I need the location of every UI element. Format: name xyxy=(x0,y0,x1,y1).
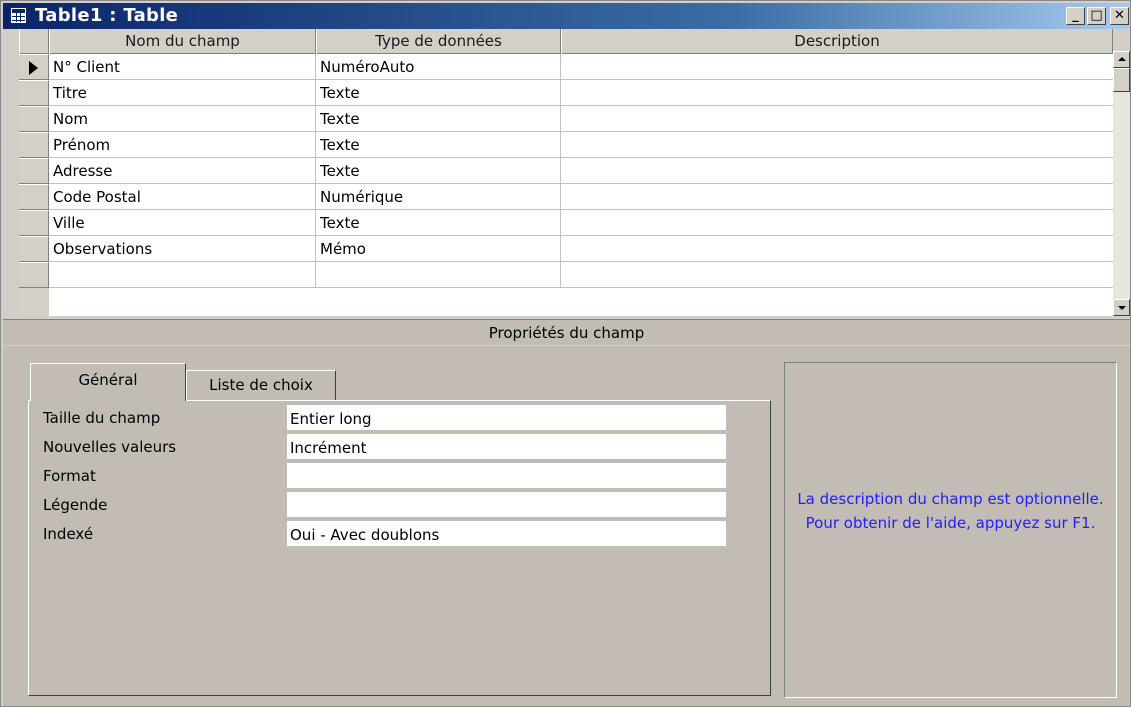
table-row[interactable]: Nom Texte xyxy=(49,106,1113,132)
row-selector[interactable] xyxy=(19,184,49,210)
maximize-button[interactable]: □ xyxy=(1087,7,1106,25)
data-type-cell[interactable]: Texte xyxy=(316,158,561,184)
data-type-cell[interactable]: Texte xyxy=(316,106,561,132)
field-name-cell[interactable]: Observations xyxy=(49,236,316,262)
description-cell[interactable] xyxy=(561,262,1113,288)
tab-general[interactable]: Général xyxy=(30,363,186,401)
property-value-field[interactable] xyxy=(287,463,726,489)
property-label: Légende xyxy=(43,496,108,514)
row-selector-column xyxy=(19,54,49,316)
field-properties-title: Propriétés du champ xyxy=(3,319,1130,345)
table-row[interactable]: Titre Texte xyxy=(49,80,1113,106)
general-tab-panel: Taille du champ Entier long Nouvelles vale… xyxy=(28,400,771,696)
row-selector[interactable] xyxy=(19,236,49,262)
description-cell[interactable] xyxy=(561,158,1113,184)
corner-cell xyxy=(19,29,49,54)
grid-header: Nom du champ Type de données Description xyxy=(19,29,1113,54)
header-description[interactable]: Description xyxy=(561,29,1113,54)
current-row-arrow-icon xyxy=(29,61,38,75)
window-title: Table1 : Table xyxy=(35,5,179,26)
property-label: Taille du champ xyxy=(43,409,161,427)
description-cell[interactable] xyxy=(561,132,1113,158)
header-field-name[interactable]: Nom du champ xyxy=(49,29,316,54)
help-text: La description du champ est optionnelle.… xyxy=(797,490,1104,532)
description-cell[interactable] xyxy=(561,106,1113,132)
data-type-cell[interactable]: Mémo xyxy=(316,236,561,262)
description-cell[interactable] xyxy=(561,184,1113,210)
minimize-button[interactable]: _ xyxy=(1066,7,1085,25)
row-selector[interactable] xyxy=(19,80,49,106)
field-properties-pane: Taille du champ Entier long Nouvelles vale… xyxy=(3,346,1130,706)
table-row[interactable]: Ville Texte xyxy=(49,210,1113,236)
data-type-cell[interactable]: Numérique xyxy=(316,184,561,210)
row-selector[interactable] xyxy=(19,106,49,132)
tab-lookup[interactable]: Liste de choix xyxy=(186,370,336,400)
row-selector[interactable] xyxy=(19,158,49,184)
grid-vertical-scrollbar[interactable] xyxy=(1113,51,1130,316)
scroll-down-button[interactable] xyxy=(1113,299,1130,316)
header-data-type[interactable]: Type de données xyxy=(316,29,561,54)
table-design-window: Table1 : Table _ □ ✕ Nom du champ Type d… xyxy=(0,0,1131,707)
property-value-field[interactable]: Entier long xyxy=(287,405,726,431)
title-bar[interactable]: Table1 : Table _ □ ✕ xyxy=(3,3,1130,29)
scroll-up-button[interactable] xyxy=(1113,51,1130,68)
table-row[interactable]: Prénom Texte xyxy=(49,132,1113,158)
property-value-field[interactable]: Oui - Avec doublons xyxy=(287,521,726,547)
field-name-cell[interactable]: N° Client xyxy=(49,54,316,80)
data-type-cell[interactable]: Texte xyxy=(316,132,561,158)
field-name-cell[interactable]: Ville xyxy=(49,210,316,236)
property-value-field[interactable] xyxy=(287,492,726,518)
property-label: Indexé xyxy=(43,525,94,543)
scroll-thumb[interactable] xyxy=(1113,68,1130,92)
description-cell[interactable] xyxy=(561,236,1113,262)
table-row[interactable]: Observations Mémo xyxy=(49,236,1113,262)
row-selector[interactable] xyxy=(19,262,49,288)
arrow-up-icon xyxy=(1118,57,1126,61)
table-icon xyxy=(11,8,26,23)
property-label: Nouvelles valeurs xyxy=(43,438,177,456)
field-name-cell[interactable]: Adresse xyxy=(49,158,316,184)
row-selector[interactable] xyxy=(19,54,49,80)
data-type-cell[interactable] xyxy=(316,262,561,288)
row-selector[interactable] xyxy=(19,210,49,236)
field-grid: Nom du champ Type de données Description… xyxy=(19,29,1113,316)
property-label: Format xyxy=(43,467,96,485)
property-value-field[interactable]: Incrément xyxy=(287,434,726,460)
table-row[interactable]: N° Client NuméroAuto xyxy=(49,54,1113,80)
field-name-cell[interactable]: Code Postal xyxy=(49,184,316,210)
data-type-cell[interactable]: NuméroAuto xyxy=(316,54,561,80)
description-cell[interactable] xyxy=(561,80,1113,106)
row-selector[interactable] xyxy=(19,132,49,158)
data-type-cell[interactable]: Texte xyxy=(316,210,561,236)
field-name-cell[interactable]: Titre xyxy=(49,80,316,106)
help-panel: La description du champ est optionnelle.… xyxy=(784,362,1117,698)
arrow-down-icon xyxy=(1118,306,1126,310)
field-name-cell[interactable] xyxy=(49,262,316,288)
field-name-cell[interactable]: Prénom xyxy=(49,132,316,158)
description-cell[interactable] xyxy=(561,210,1113,236)
field-name-cell[interactable]: Nom xyxy=(49,106,316,132)
table-row[interactable]: Adresse Texte xyxy=(49,158,1113,184)
table-row[interactable] xyxy=(49,262,1113,288)
data-type-cell[interactable]: Texte xyxy=(316,80,561,106)
close-button[interactable]: ✕ xyxy=(1110,7,1129,25)
table-row[interactable]: Code Postal Numérique xyxy=(49,184,1113,210)
description-cell[interactable] xyxy=(561,54,1113,80)
